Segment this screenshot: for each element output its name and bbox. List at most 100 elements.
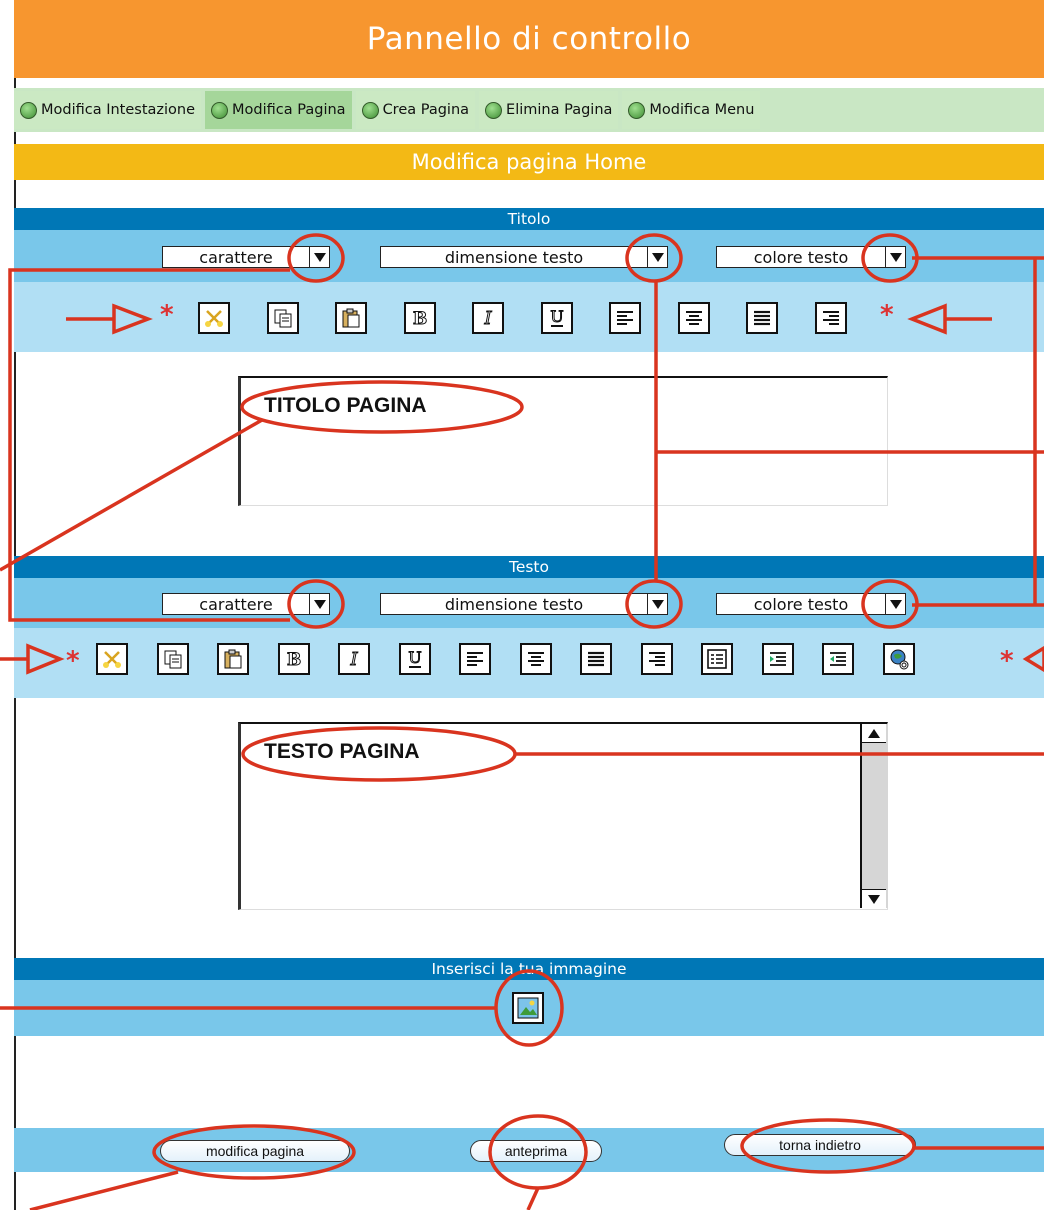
- title-justify-button[interactable]: [746, 302, 778, 334]
- svg-text:U: U: [550, 307, 563, 326]
- text-outdent-button[interactable]: [822, 643, 854, 675]
- text-textarea-value: TESTO PAGINA: [264, 740, 420, 763]
- annotation-asterisk: *: [160, 300, 174, 330]
- color-select-label: colore testo: [753, 247, 849, 267]
- nav-item-label: Modifica Menu: [649, 102, 755, 118]
- italic-icon: I: [349, 649, 359, 671]
- font-select[interactable]: carattere: [162, 246, 330, 268]
- svg-text:I: I: [483, 308, 492, 329]
- font-select-label: carattere: [199, 247, 273, 267]
- copy-icon: [274, 309, 291, 328]
- radio-dot-icon: [20, 101, 37, 119]
- radio-dot-icon: [211, 101, 229, 119]
- title-italic-button[interactable]: I: [472, 302, 504, 334]
- right-icon: [648, 652, 665, 666]
- insert-image-button[interactable]: [512, 992, 544, 1024]
- svg-text:U: U: [408, 648, 421, 667]
- title-bold-button[interactable]: B: [403, 302, 436, 334]
- size-select[interactable]: dimensione testo: [380, 593, 668, 615]
- title-underline-button[interactable]: U: [540, 302, 573, 334]
- color-select-label: colore testo: [753, 594, 849, 614]
- italic-icon: I: [483, 308, 493, 330]
- size-select-label: dimensione testo: [444, 594, 584, 614]
- annotation-asterisk: *: [66, 646, 80, 676]
- text-copy-button[interactable]: [156, 643, 189, 675]
- font-select-label: carattere: [199, 594, 273, 614]
- svg-text:I: I: [349, 649, 358, 670]
- nav-item-modifica-intestazione[interactable]: Modifica Intestazione: [14, 91, 202, 129]
- dropdown-arrow-icon: [647, 247, 667, 267]
- page-heading: Modifica pagina Home: [14, 144, 1044, 180]
- title-left-button[interactable]: [609, 302, 641, 334]
- copy-icon: [164, 650, 181, 669]
- title-cut-button[interactable]: [198, 302, 230, 334]
- size-select[interactable]: dimensione testo: [380, 246, 668, 268]
- title-copy-button[interactable]: [266, 302, 299, 334]
- nav-item-label: Modifica Intestazione: [41, 102, 196, 118]
- scroll-down-arrow-icon[interactable]: [862, 889, 886, 908]
- text-italic-button[interactable]: I: [338, 643, 370, 675]
- underline-icon: U: [407, 648, 422, 668]
- outdent-icon: [830, 652, 846, 666]
- justify-icon: [754, 310, 770, 326]
- bold-icon: B: [286, 650, 301, 671]
- center-icon: [527, 652, 544, 666]
- cut-icon: [205, 310, 223, 327]
- dropdown-arrow-icon: [647, 594, 667, 614]
- title-textarea-value: TITOLO PAGINA: [264, 394, 427, 417]
- nav-item-label: Elimina Pagina: [506, 102, 613, 118]
- annotation-asterisk: *: [1000, 646, 1014, 676]
- dropdown-arrow-icon: [885, 594, 905, 614]
- nav-item-modifica-pagina[interactable]: Modifica Pagina: [205, 91, 352, 129]
- section-header-testo: Testo: [14, 556, 1044, 578]
- section-header-immagine: Inserisci la tua immagine: [14, 958, 1044, 980]
- text-center-button[interactable]: [519, 643, 552, 675]
- text-right-button[interactable]: [640, 643, 673, 675]
- nav-item-elimina-pagina[interactable]: Elimina Pagina: [479, 91, 619, 129]
- font-select[interactable]: carattere: [162, 593, 330, 615]
- text-cut-button[interactable]: [96, 643, 128, 675]
- dropdown-arrow-icon: [885, 247, 905, 267]
- text-link-button[interactable]: [882, 643, 915, 675]
- link-icon: [890, 649, 908, 670]
- text-left-button[interactable]: [459, 643, 491, 675]
- title-paste-button[interactable]: [335, 302, 367, 334]
- paste-icon: [224, 649, 242, 669]
- justify-icon: [588, 651, 604, 667]
- scroll-up-arrow-icon[interactable]: [862, 724, 886, 743]
- center-icon: [685, 311, 702, 325]
- text-list-button[interactable]: [701, 643, 733, 675]
- left-icon: [467, 652, 483, 666]
- size-select-label: dimensione testo: [444, 247, 584, 267]
- left-icon: [617, 311, 633, 325]
- textarea-scrollbar[interactable]: [860, 724, 888, 908]
- bold-icon: B: [412, 309, 427, 330]
- svg-text:B: B: [412, 309, 426, 329]
- radio-dot-icon: [485, 101, 503, 119]
- color-select[interactable]: colore testo: [716, 246, 906, 268]
- back-button[interactable]: torna indietro: [724, 1134, 916, 1156]
- color-select[interactable]: colore testo: [716, 593, 906, 615]
- nav-item-modifica-menu[interactable]: Modifica Menu: [622, 91, 761, 129]
- right-icon: [822, 311, 839, 325]
- text-justify-button[interactable]: [580, 643, 612, 675]
- title-right-button[interactable]: [814, 302, 847, 334]
- modify-page-button[interactable]: modifica pagina: [160, 1140, 350, 1162]
- section-header-titolo: Titolo: [14, 208, 1044, 230]
- title-center-button[interactable]: [677, 302, 710, 334]
- text-paste-button[interactable]: [217, 643, 249, 675]
- annotation-asterisk: *: [880, 300, 894, 330]
- text-underline-button[interactable]: U: [398, 643, 431, 675]
- nav-item-label: Crea Pagina: [382, 102, 470, 118]
- preview-button[interactable]: anteprima: [470, 1140, 602, 1162]
- page-title: Pannello di controllo: [14, 0, 1044, 78]
- nav-item-crea-pagina[interactable]: Crea Pagina: [355, 91, 476, 129]
- text-indent-button[interactable]: [761, 643, 794, 675]
- nav-bar: Modifica Intestazione Modifica Pagina Cr…: [14, 88, 1044, 132]
- radio-dot-icon: [628, 101, 646, 119]
- nav-item-label: Modifica Pagina: [232, 102, 346, 118]
- list-icon: [707, 649, 727, 669]
- cut-icon: [103, 651, 121, 668]
- text-bold-button[interactable]: B: [277, 643, 310, 675]
- dropdown-arrow-icon: [309, 247, 329, 267]
